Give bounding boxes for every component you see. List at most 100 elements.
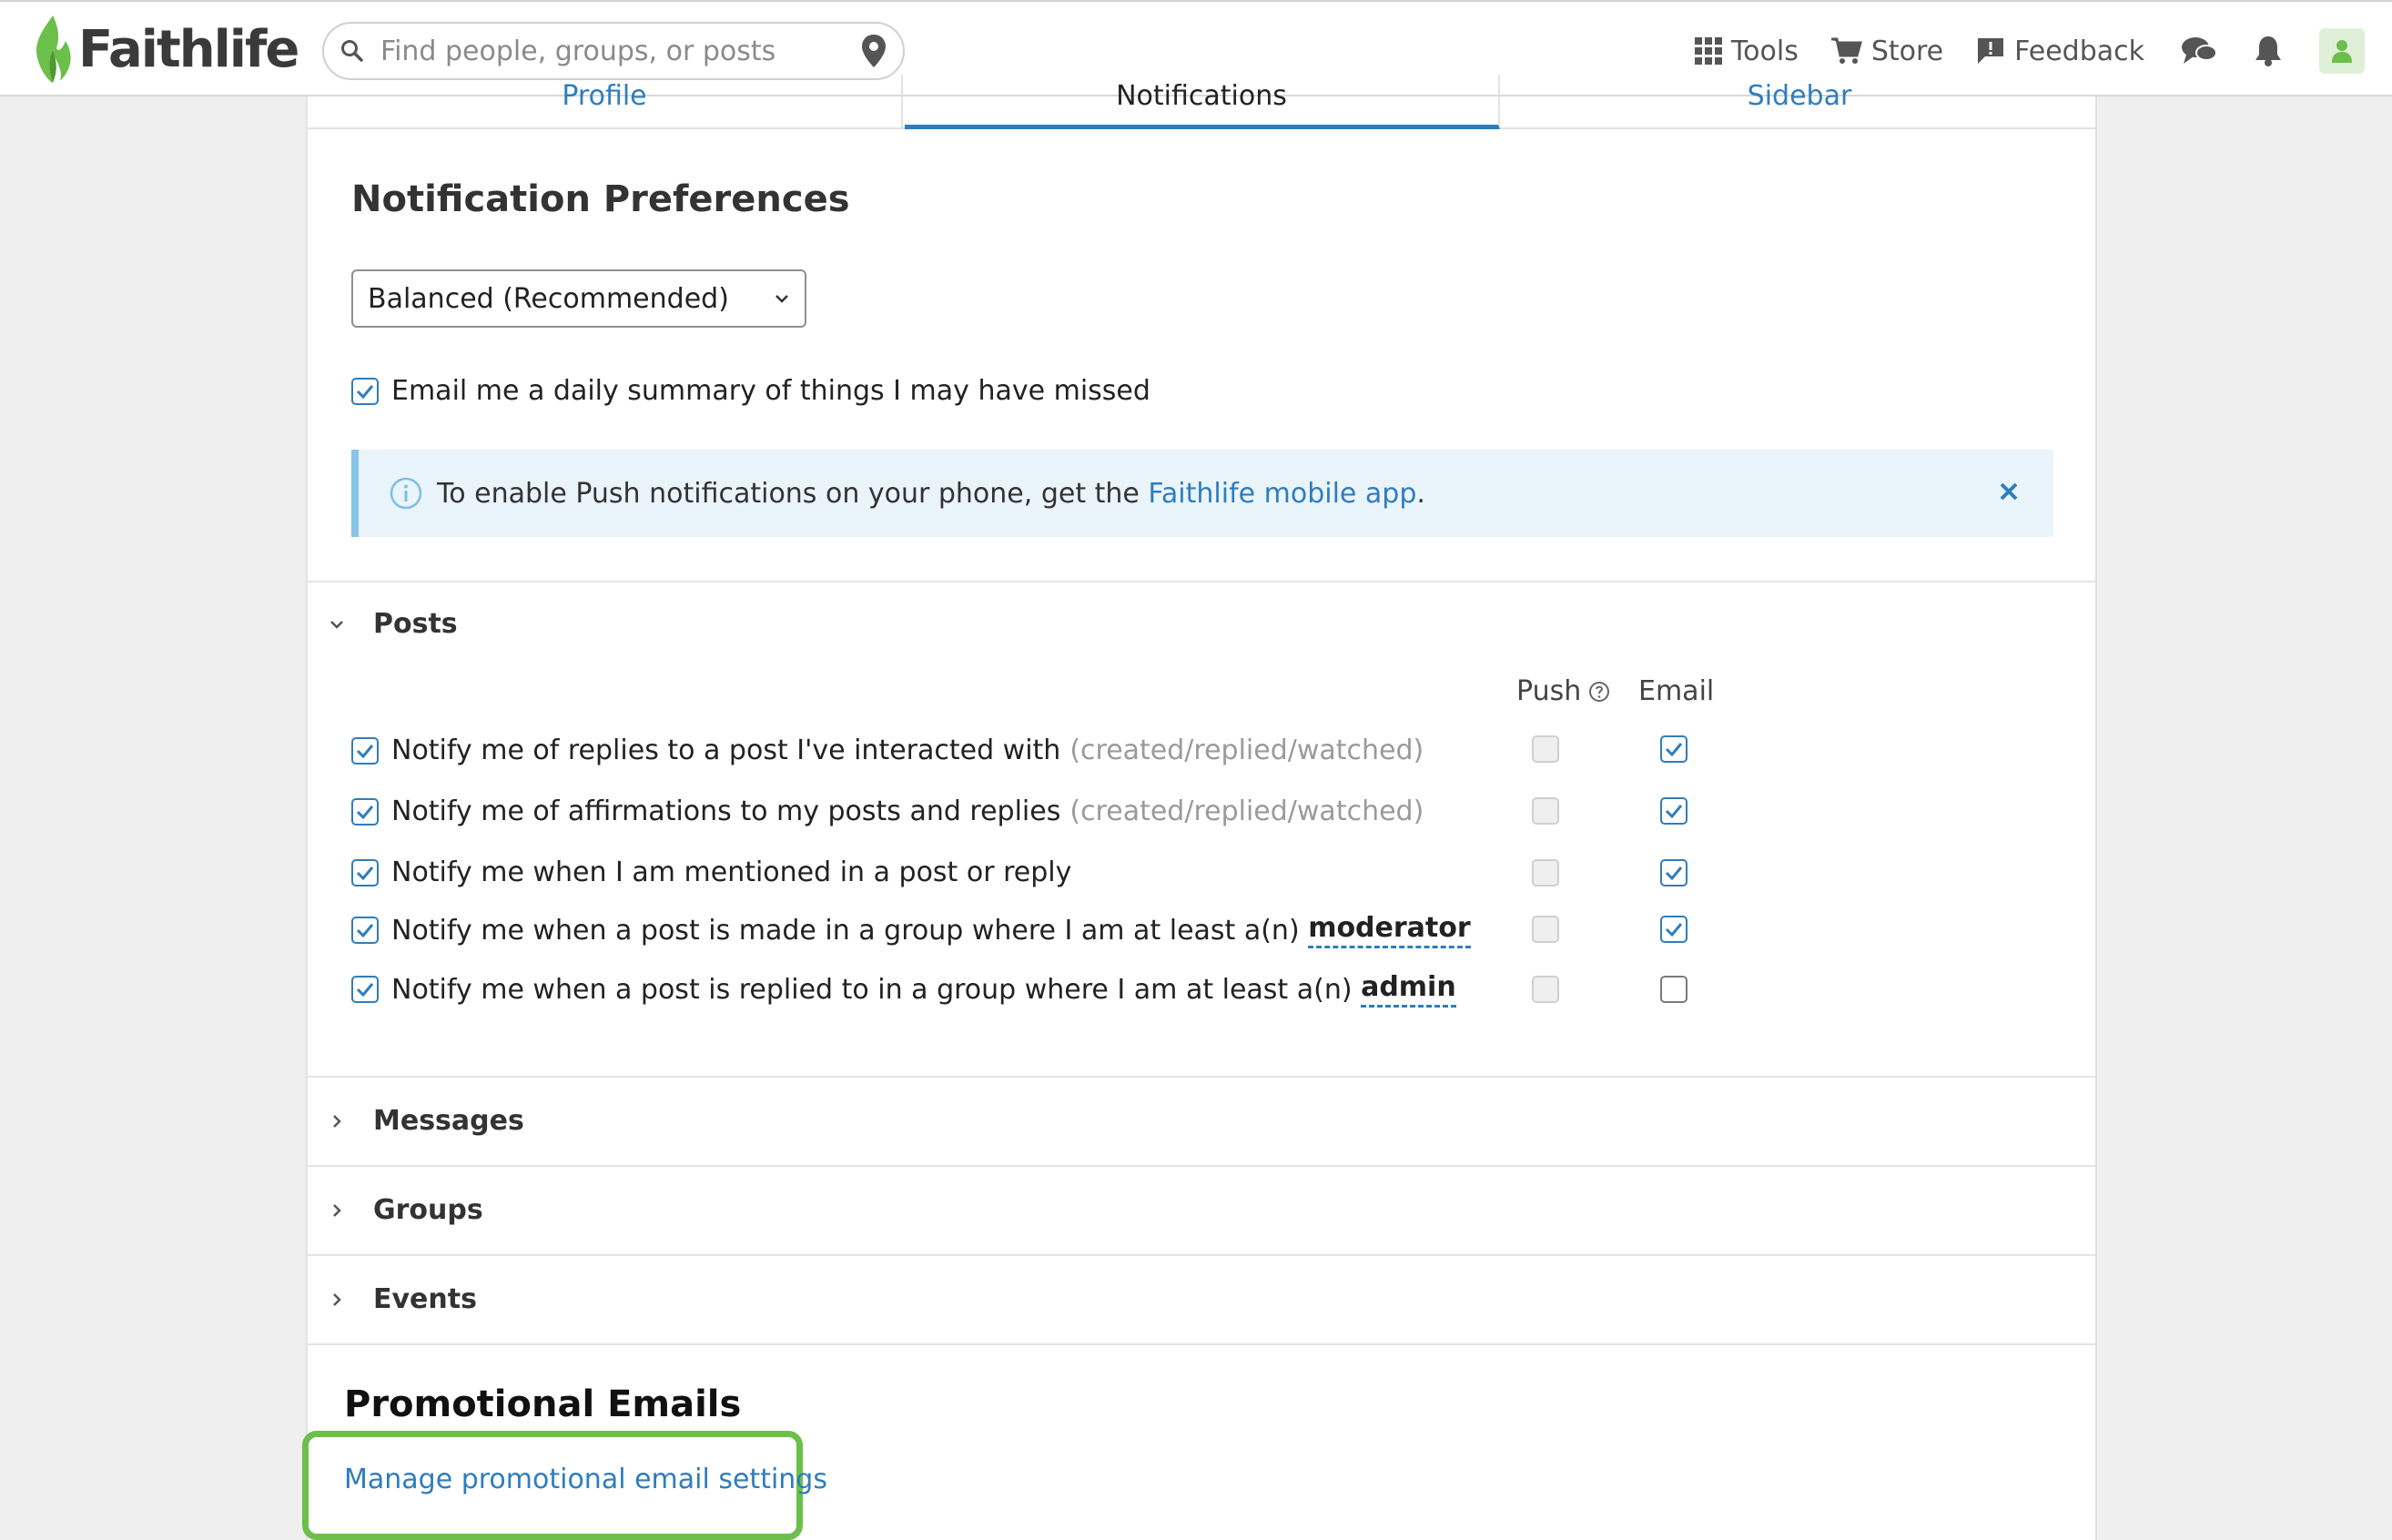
checkmark-icon: [356, 744, 374, 758]
email-checkbox[interactable]: [1660, 976, 1688, 1003]
row-label: Notify me when a post is replied to in a…: [391, 973, 1362, 1006]
search-bar[interactable]: [322, 22, 905, 80]
location-pin-icon[interactable]: [861, 34, 887, 68]
checkmark-icon: [356, 866, 374, 880]
faithlife-logo[interactable]: Faithlife: [33, 13, 299, 86]
bell-icon: [2255, 36, 2281, 66]
post-notification-row: Notify me of affirmations to my posts an…: [351, 795, 1424, 827]
alert-text: To enable Push notifications on your pho…: [437, 477, 1149, 510]
tab-profile-label: Profile: [562, 80, 647, 112]
notifications-button[interactable]: [2254, 35, 2283, 67]
tools-label: Tools: [1730, 35, 1799, 67]
push-column-header: Push: [1516, 675, 1610, 707]
email-checkbox[interactable]: [1660, 797, 1688, 825]
divider: [308, 1254, 2095, 1256]
user-avatar[interactable]: [2319, 28, 2365, 74]
checkmark-icon: [1665, 923, 1683, 937]
posts-section-toggle[interactable]: Posts: [329, 608, 458, 640]
promotional-emails-title: Promotional Emails: [344, 1383, 742, 1425]
posts-section-title: Posts: [373, 608, 458, 640]
manage-promotional-email-link[interactable]: Manage promotional email settings: [344, 1464, 827, 1495]
divider: [308, 1343, 2095, 1345]
feedback-button[interactable]: Feedback: [1976, 35, 2144, 67]
chevron-down-icon: [775, 295, 788, 303]
close-icon: [2000, 482, 2018, 501]
tab-sidebar-label: Sidebar: [1747, 80, 1852, 112]
chat-bubbles-icon: [2182, 37, 2217, 64]
help-icon[interactable]: [1588, 681, 1610, 703]
tab-notifications[interactable]: Notifications: [905, 75, 1500, 129]
messages-button[interactable]: [2181, 35, 2217, 67]
checkmark-icon: [356, 983, 374, 997]
tab-profile[interactable]: Profile: [308, 75, 903, 129]
row-enabled-checkbox[interactable]: [351, 858, 379, 887]
daily-summary-row: Email me a daily summary of things I may…: [351, 375, 1150, 407]
chevron-down-icon: [330, 620, 343, 629]
email-checkbox[interactable]: [1660, 916, 1688, 943]
daily-summary-label: Email me a daily summary of things I may…: [391, 375, 1150, 407]
feedback-icon: [1978, 38, 2004, 64]
chevron-right-icon: [333, 1114, 341, 1128]
row-enabled-checkbox[interactable]: [351, 917, 379, 944]
daily-summary-checkbox[interactable]: [351, 377, 379, 405]
close-alert-button[interactable]: [1999, 477, 2019, 509]
email-column-label: Email: [1638, 675, 1715, 707]
post-notification-row: Notify me when a post is replied to in a…: [351, 971, 1456, 1008]
row-enabled-checkbox[interactable]: [351, 797, 379, 826]
info-icon: [390, 477, 422, 510]
chevron-right-icon: [333, 1292, 341, 1306]
cart-icon: [1830, 37, 1862, 64]
events-section-title: Events: [373, 1283, 477, 1315]
checkmark-icon: [356, 924, 374, 937]
push-column-label: Push: [1516, 675, 1582, 707]
tab-notifications-label: Notifications: [1116, 80, 1287, 112]
flame-icon: [35, 15, 71, 83]
push-checkbox: [1532, 735, 1559, 763]
settings-panel: Profile Notifications Sidebar Notificati…: [302, 75, 2097, 1540]
messages-section-title: Messages: [373, 1105, 524, 1137]
store-label: Store: [1870, 35, 1944, 67]
divider: [308, 581, 2095, 583]
role-selector-moderator[interactable]: moderator: [1308, 912, 1471, 948]
divider: [308, 1165, 2095, 1167]
divider: [308, 1076, 2095, 1078]
row-enabled-checkbox[interactable]: [351, 976, 379, 1003]
settings-tabs: Profile Notifications Sidebar: [308, 75, 2095, 129]
row-muted-note: (created/replied/watched): [1069, 795, 1424, 827]
row-label: Notify me of replies to a post I've inte…: [391, 735, 1061, 766]
tab-sidebar[interactable]: Sidebar: [1502, 75, 2097, 129]
checkmark-icon: [1665, 866, 1683, 880]
email-checkbox[interactable]: [1660, 859, 1688, 887]
groups-section-title: Groups: [373, 1194, 483, 1226]
messages-section-toggle[interactable]: Messages: [329, 1105, 524, 1137]
page-title: Notification Preferences: [351, 178, 850, 220]
checkmark-icon: [1665, 743, 1683, 756]
push-checkbox: [1532, 916, 1559, 943]
events-section-toggle[interactable]: Events: [329, 1283, 477, 1315]
email-column-header: Email: [1638, 675, 1714, 707]
push-checkbox: [1532, 797, 1559, 825]
tools-button[interactable]: Tools: [1694, 35, 1799, 67]
search-input[interactable]: [380, 35, 861, 67]
email-checkbox[interactable]: [1660, 735, 1688, 763]
notification-preset-select[interactable]: Balanced (Recommended): [351, 269, 806, 328]
row-label: Notify me of affirmations to my posts an…: [391, 795, 1061, 827]
role-selector-admin[interactable]: admin: [1361, 971, 1456, 1008]
search-icon: [341, 40, 363, 62]
post-notification-row: Notify me when a post is made in a group…: [351, 912, 1471, 948]
row-enabled-checkbox[interactable]: [351, 736, 379, 765]
groups-section-toggle[interactable]: Groups: [329, 1194, 483, 1226]
post-notification-row: Notify me of replies to a post I've inte…: [351, 735, 1424, 766]
chevron-right-icon: [333, 1203, 341, 1217]
store-button[interactable]: Store: [1830, 35, 1944, 67]
checkmark-icon: [356, 805, 374, 819]
checkmark-icon: [1665, 805, 1683, 818]
feedback-label: Feedback: [2014, 35, 2144, 67]
logo-text: Faithlife: [78, 19, 299, 79]
mobile-app-link[interactable]: Faithlife mobile app: [1148, 478, 1416, 510]
header-nav: Tools Store Feedback: [1662, 22, 2365, 80]
person-icon: [2332, 40, 2352, 63]
row-muted-note: (created/replied/watched): [1069, 735, 1424, 766]
row-label: Notify me when I am mentioned in a post …: [391, 856, 1072, 888]
preset-select-value: Balanced (Recommended): [368, 282, 729, 315]
